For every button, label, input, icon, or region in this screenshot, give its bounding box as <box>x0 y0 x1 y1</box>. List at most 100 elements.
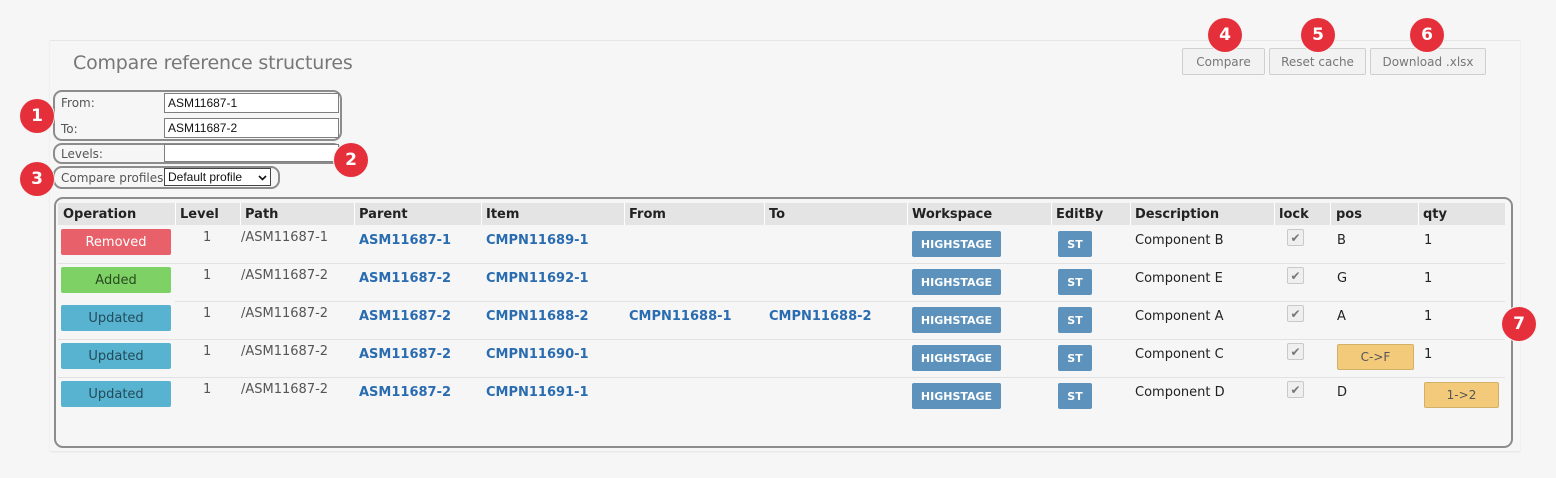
qty-cell: 1 <box>1424 233 1433 248</box>
operation-badge-updated: Updated <box>61 343 171 369</box>
path-cell: /ASM11687-2 <box>241 268 329 283</box>
qty-cell: 1 <box>1424 309 1433 324</box>
compare-profiles-select[interactable]: Default profile <box>164 168 271 186</box>
pos-changed-highlight: C->F <box>1337 344 1414 370</box>
column-header-operation[interactable]: Operation <box>63 207 136 222</box>
callout-badge-6: 6 <box>1410 18 1444 52</box>
compare-button[interactable]: Compare <box>1182 48 1265 75</box>
compare-profiles-label: Compare profiles <box>61 171 164 185</box>
column-header-description[interactable]: Description <box>1135 207 1219 222</box>
operation-badge-updated: Updated <box>61 305 171 331</box>
to-label: To: <box>61 122 78 136</box>
column-header-parent[interactable]: Parent <box>359 207 408 222</box>
editby-button[interactable]: ST <box>1058 307 1092 333</box>
lock-checkbox[interactable]: ✔ <box>1287 229 1304 246</box>
editby-button[interactable]: ST <box>1058 345 1092 371</box>
workspace-button[interactable]: HIGHSTAGE <box>912 345 1001 371</box>
callout-badge-4: 4 <box>1208 18 1242 52</box>
item-link[interactable]: CMPN11688-2 <box>486 309 589 324</box>
column-header-level[interactable]: Level <box>180 207 219 222</box>
editby-button[interactable]: ST <box>1058 269 1092 295</box>
table-header: Operation Level Path Parent Item From To… <box>58 203 1505 225</box>
operation-badge-updated: Updated <box>61 381 171 407</box>
lock-checkbox[interactable]: ✔ <box>1287 381 1304 398</box>
checkmark-icon: ✔ <box>1290 382 1301 397</box>
editby-button[interactable]: ST <box>1058 383 1092 409</box>
path-cell: /ASM11687-1 <box>241 230 329 245</box>
reset-cache-button[interactable]: Reset cache <box>1269 48 1366 75</box>
path-cell: /ASM11687-2 <box>241 306 329 321</box>
workspace-button[interactable]: HIGHSTAGE <box>912 269 1001 295</box>
workspace-button[interactable]: HIGHSTAGE <box>912 307 1001 333</box>
to-input[interactable]: ASM11687-2 <box>164 118 339 138</box>
level-cell: 1 <box>203 382 212 397</box>
parent-link[interactable]: ASM11687-2 <box>359 271 451 286</box>
table-row: Removed 1 /ASM11687-1 ASM11687-1 CMPN116… <box>58 225 1505 263</box>
callout-badge-1: 1 <box>20 99 54 133</box>
description-cell: Component A <box>1135 309 1224 324</box>
lock-checkbox[interactable]: ✔ <box>1287 305 1304 322</box>
from-link[interactable]: CMPN11688-1 <box>629 309 732 324</box>
table-row: Updated 1 /ASM11687-2 ASM11687-2 CMPN116… <box>58 301 1505 339</box>
item-link[interactable]: CMPN11692-1 <box>486 271 589 286</box>
from-input[interactable]: ASM11687-1 <box>164 93 339 113</box>
description-cell: Component D <box>1135 385 1225 400</box>
callout-badge-5: 5 <box>1301 18 1335 52</box>
level-cell: 1 <box>203 230 212 245</box>
description-cell: Component B <box>1135 233 1224 248</box>
level-cell: 1 <box>203 268 212 283</box>
item-link[interactable]: CMPN11689-1 <box>486 233 589 248</box>
table-row: Updated 1 /ASM11687-2 ASM11687-2 CMPN116… <box>58 339 1505 377</box>
column-header-to[interactable]: To <box>769 207 785 222</box>
column-header-item[interactable]: Item <box>486 207 519 222</box>
pos-cell: G <box>1337 271 1348 286</box>
table-row: Added 1 /ASM11687-2 ASM11687-2 CMPN11692… <box>58 263 1505 301</box>
column-header-lock[interactable]: lock <box>1279 207 1309 222</box>
item-link[interactable]: CMPN11690-1 <box>486 347 589 362</box>
column-header-path[interactable]: Path <box>245 207 278 222</box>
checkmark-icon: ✔ <box>1290 344 1301 359</box>
callout-badge-3: 3 <box>20 162 54 196</box>
to-link[interactable]: CMPN11688-2 <box>769 309 872 324</box>
description-cell: Component E <box>1135 271 1223 286</box>
item-link[interactable]: CMPN11691-1 <box>486 385 589 400</box>
editby-button[interactable]: ST <box>1058 231 1092 257</box>
parent-link[interactable]: ASM11687-2 <box>359 385 451 400</box>
column-header-pos[interactable]: pos <box>1336 207 1362 222</box>
qty-cell: 1 <box>1424 347 1433 362</box>
level-cell: 1 <box>203 344 212 359</box>
path-cell: /ASM11687-2 <box>241 382 329 397</box>
column-header-workspace[interactable]: Workspace <box>912 207 992 222</box>
column-header-from[interactable]: From <box>629 207 666 222</box>
compare-profiles-selected: Default profile <box>168 170 243 184</box>
qty-cell: 1 <box>1424 271 1433 286</box>
path-cell: /ASM11687-2 <box>241 344 329 359</box>
callout-badge-2: 2 <box>334 143 368 177</box>
callout-badge-7: 7 <box>1502 307 1536 341</box>
pos-cell: B <box>1337 233 1346 248</box>
pos-cell: A <box>1337 309 1346 324</box>
workspace-button[interactable]: HIGHSTAGE <box>912 383 1001 409</box>
description-cell: Component C <box>1135 347 1224 362</box>
checkmark-icon: ✔ <box>1290 306 1301 321</box>
column-header-qty[interactable]: qty <box>1423 207 1447 222</box>
chevron-down-icon <box>258 170 267 184</box>
workspace-button[interactable]: HIGHSTAGE <box>912 231 1001 257</box>
pos-cell: D <box>1337 385 1348 400</box>
qty-changed-highlight: 1->2 <box>1424 382 1499 408</box>
parent-link[interactable]: ASM11687-1 <box>359 233 451 248</box>
parent-link[interactable]: ASM11687-2 <box>359 309 451 324</box>
download-xlsx-button[interactable]: Download .xlsx <box>1370 48 1486 75</box>
checkmark-icon: ✔ <box>1290 268 1301 283</box>
levels-input[interactable] <box>164 144 339 162</box>
lock-checkbox[interactable]: ✔ <box>1287 267 1304 284</box>
from-label: From: <box>61 96 95 110</box>
table-row: Updated 1 /ASM11687-2 ASM11687-2 CMPN116… <box>58 377 1505 415</box>
levels-label: Levels: <box>61 147 103 161</box>
operation-badge-removed: Removed <box>61 229 171 255</box>
level-cell: 1 <box>203 306 212 321</box>
parent-link[interactable]: ASM11687-2 <box>359 347 451 362</box>
lock-checkbox[interactable]: ✔ <box>1287 343 1304 360</box>
operation-badge-added: Added <box>61 267 171 293</box>
column-header-editby[interactable]: EditBy <box>1056 207 1103 222</box>
